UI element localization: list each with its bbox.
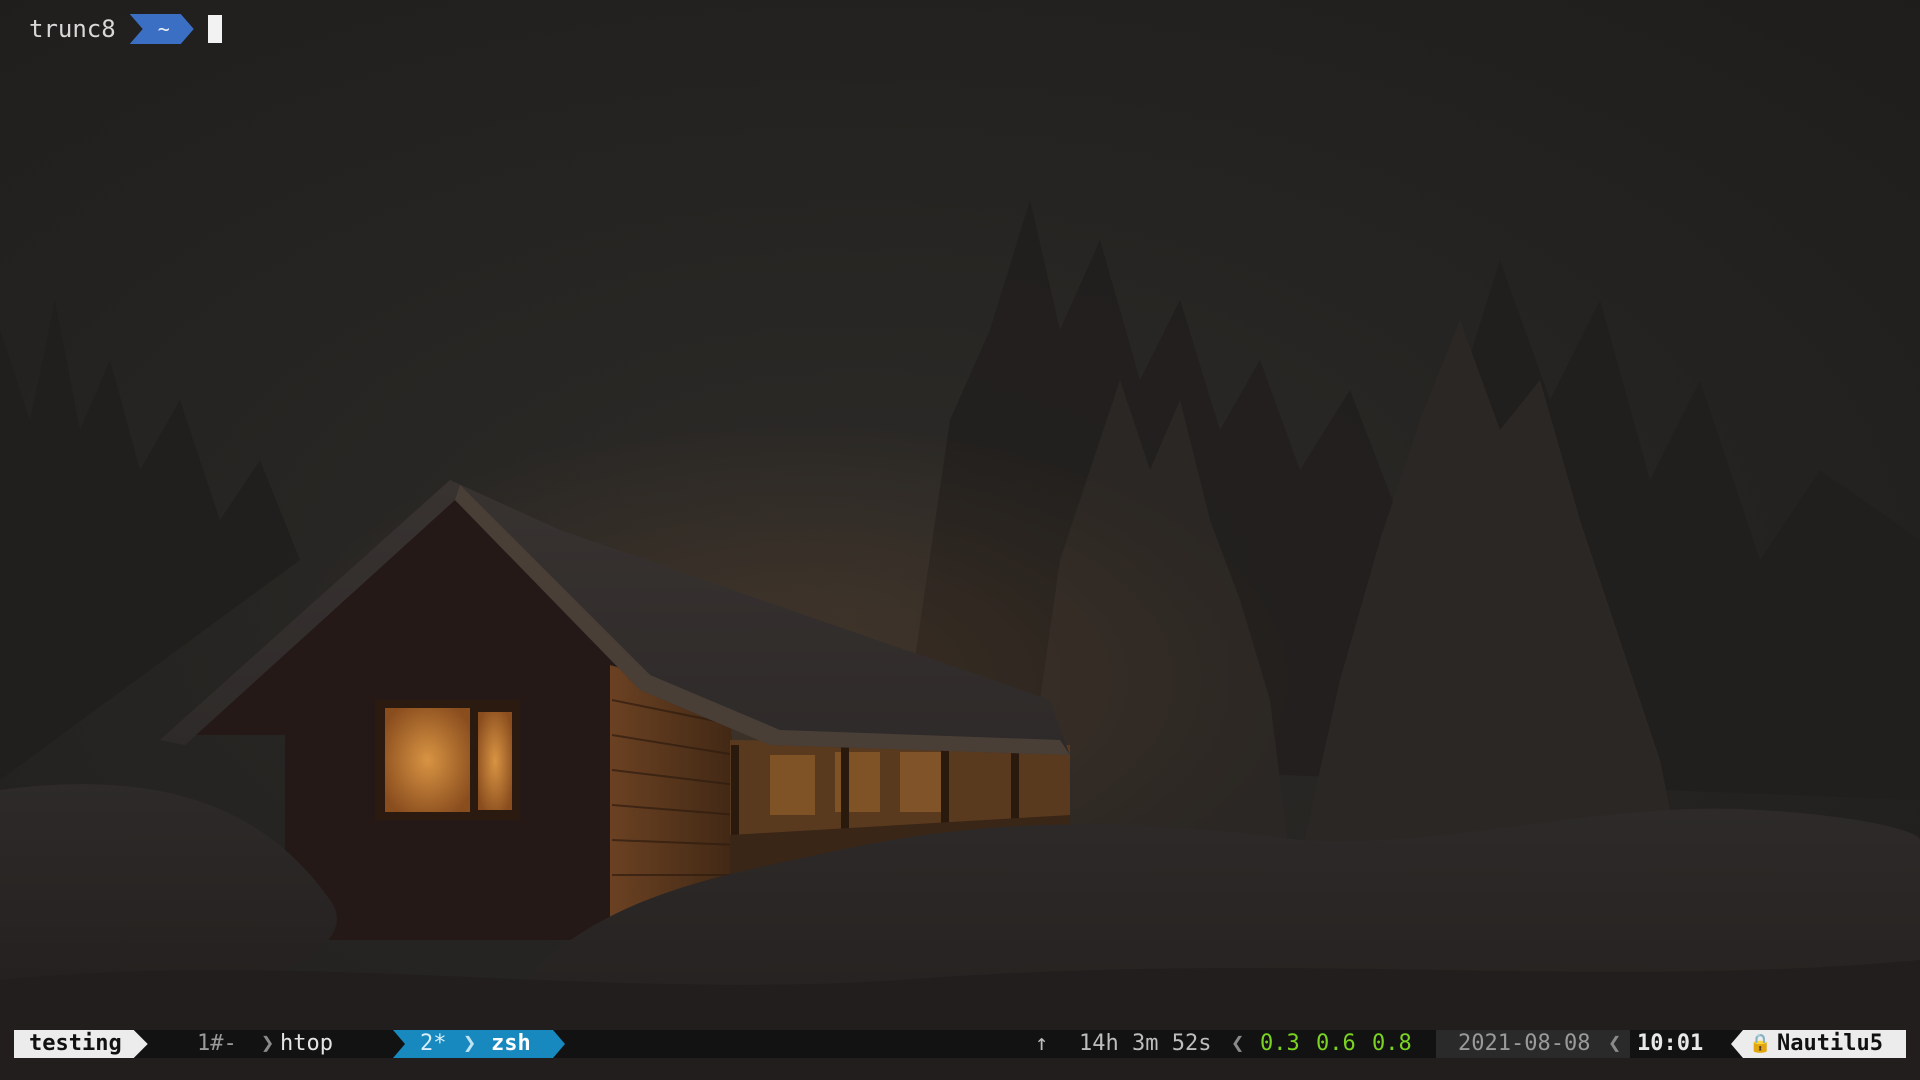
shell-prompt[interactable]: trunc8 ~ [29, 14, 222, 44]
prompt-cwd: ~ [130, 14, 194, 44]
terminal-cursor [207, 15, 222, 43]
window-2-index[interactable]: 2* [420, 1030, 447, 1058]
window-2-name[interactable]: zsh [491, 1030, 531, 1058]
load-average-1: 0.3 [1260, 1031, 1300, 1056]
chevron-right-icon: ❯ [261, 1031, 275, 1056]
uptime-arrow-icon: ↑ [1035, 1031, 1049, 1056]
window-1-index[interactable]: 1#- [197, 1030, 237, 1058]
snow-ground [0, 960, 1920, 1080]
chevron-right-icon: ❯ [463, 1031, 477, 1056]
load-average-5: 0.6 [1316, 1031, 1356, 1056]
window-1-name[interactable]: htop [280, 1030, 333, 1058]
tmux-status-bar: testing 1#- ❯ htop 2* ❯ zsh ↑ 14h 3m 52s… [14, 1030, 1906, 1058]
time: 10:01 [1637, 1031, 1704, 1056]
chevron-left-icon: ❮ [1608, 1031, 1622, 1056]
prompt-hostname: trunc8 [29, 15, 116, 43]
hostname: Nautilu5 [1777, 1031, 1883, 1056]
uptime: 14h 3m 52s [1079, 1031, 1212, 1056]
load-average-15: 0.8 [1372, 1031, 1412, 1056]
chevron-left-icon: ❮ [1231, 1031, 1245, 1056]
lock-icon: 🔒 [1749, 1033, 1772, 1054]
tab-window-2-active[interactable] [393, 1030, 565, 1058]
date: 2021-08-08 [1458, 1031, 1591, 1056]
session-name[interactable]: testing [14, 1030, 148, 1058]
desktop-wallpaper [0, 0, 1920, 1080]
